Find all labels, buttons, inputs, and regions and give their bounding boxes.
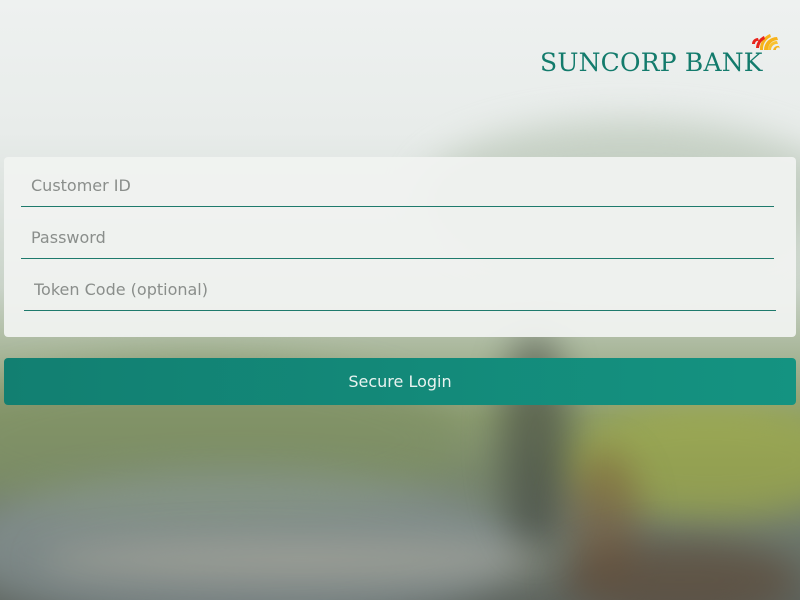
password-field[interactable] bbox=[21, 217, 774, 259]
token-code-field[interactable] bbox=[24, 269, 776, 311]
sun-logo-icon bbox=[752, 34, 780, 50]
login-form-panel bbox=[4, 157, 796, 337]
brand-name: SUNCORP BANK bbox=[540, 48, 763, 77]
secure-login-button[interactable]: Secure Login bbox=[4, 358, 796, 405]
suncorp-bank-logo: SUNCORP BANK bbox=[540, 28, 784, 80]
customer-id-field[interactable] bbox=[21, 165, 774, 207]
